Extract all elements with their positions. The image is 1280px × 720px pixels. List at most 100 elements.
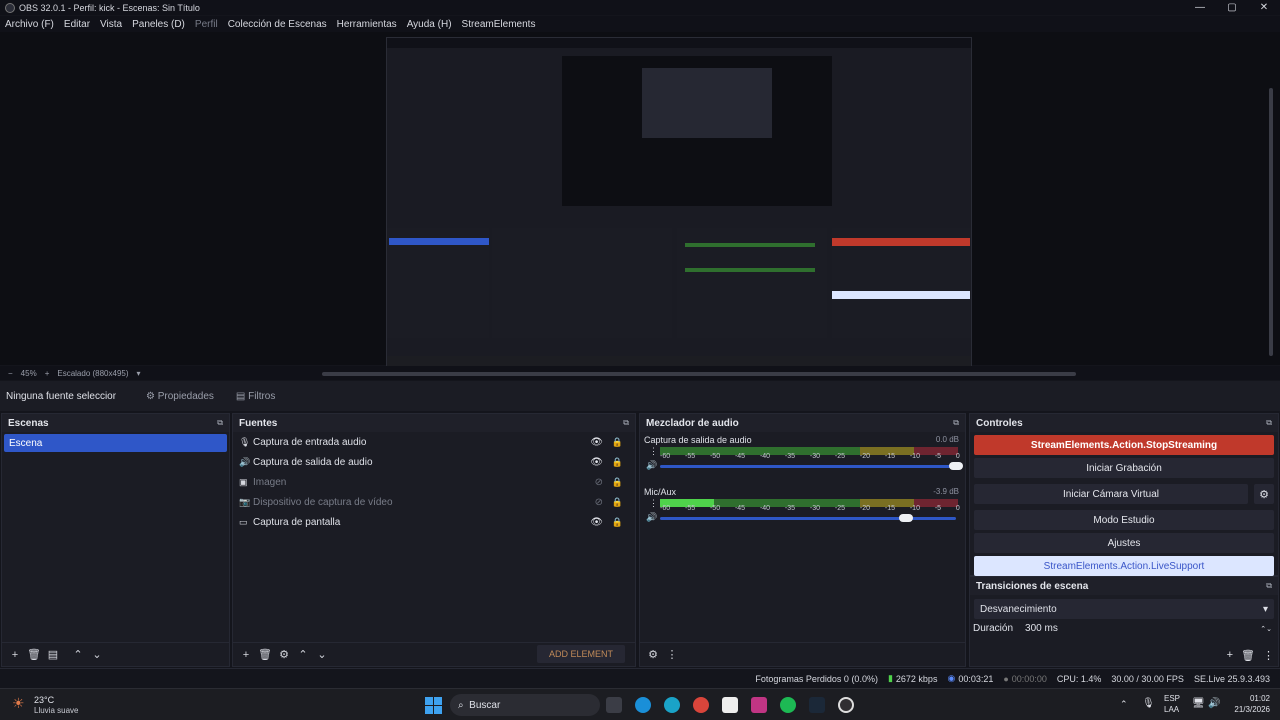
task-view-icon[interactable]	[606, 697, 622, 713]
menu-editar[interactable]: Editar	[64, 19, 90, 30]
remove-transition-button[interactable]: 🗑	[1241, 649, 1255, 662]
minimize-button[interactable]: —	[1184, 0, 1216, 15]
source-row[interactable]: 📷 Dispositivo de captura de vídeo ⊘ 🔒	[233, 492, 635, 512]
controls-dock: Controles ⧉ StreamElements.Action.StopStr…	[969, 413, 1279, 576]
lock-icon[interactable]: 🔒	[612, 457, 623, 468]
menu-herramientas[interactable]: Herramientas	[337, 19, 397, 30]
start-recording-button[interactable]: Iniciar Grabación	[974, 458, 1274, 478]
add-transition-button[interactable]: +	[1227, 649, 1233, 662]
lock-icon[interactable]: 🔒	[612, 437, 623, 448]
lock-icon[interactable]: 🔒	[612, 497, 623, 508]
zoom-out-button[interactable]: −	[8, 369, 13, 378]
duration-stepper-icon[interactable]: ⌃⌄	[1260, 625, 1272, 633]
remove-scene-button[interactable]: 🗑	[25, 646, 43, 664]
preview-canvas[interactable]	[386, 37, 972, 367]
eye-hidden-icon[interactable]: ⊘	[595, 477, 603, 488]
eye-icon[interactable]: 👁	[590, 437, 603, 448]
settings-button[interactable]: Ajustes	[974, 533, 1274, 553]
menu-vista[interactable]: Vista	[100, 19, 122, 30]
undock-icon[interactable]: ⧉	[953, 418, 959, 428]
transition-select[interactable]: Desvanecimiento ▾	[974, 599, 1274, 619]
menu-coleccion[interactable]: Colección de Escenas	[228, 19, 327, 30]
undock-icon[interactable]: ⧉	[1266, 418, 1272, 428]
scale-select[interactable]: Escalado (880x495)	[57, 369, 128, 378]
volume-slider[interactable]	[660, 465, 956, 468]
eye-hidden-icon[interactable]: ⊘	[595, 497, 603, 508]
source-row[interactable]: ▣ Imagen ⊘ 🔒	[233, 472, 635, 492]
filters-button[interactable]: ▤ Filtros	[236, 391, 275, 402]
chrome-icon[interactable]	[693, 697, 709, 713]
meter-tick-label: -35	[784, 453, 796, 460]
channel-menu-icon[interactable]: ⋮	[649, 498, 658, 509]
channel-menu-icon[interactable]: ⋮	[649, 446, 658, 457]
lock-icon[interactable]: 🔒	[612, 517, 623, 528]
studio-mode-button[interactable]: Modo Estudio	[974, 510, 1274, 530]
zoom-in-button[interactable]: +	[45, 369, 50, 378]
remove-source-button[interactable]: 🗑	[256, 646, 274, 664]
volume-slider-handle[interactable]	[949, 462, 963, 470]
undock-icon[interactable]: ⧉	[217, 418, 223, 428]
undock-icon[interactable]: ⧉	[623, 418, 629, 428]
speaker-icon[interactable]: 🔊	[646, 460, 657, 471]
app-icon[interactable]	[722, 697, 738, 713]
virtual-camera-settings-icon[interactable]: ⚙	[1254, 484, 1274, 504]
eye-icon[interactable]: 👁	[590, 517, 603, 528]
language-indicator[interactable]: ESP	[1164, 694, 1180, 703]
network-icon[interactable]: 🖥	[1192, 698, 1205, 709]
close-button[interactable]: ✕	[1248, 0, 1280, 15]
menu-ayuda[interactable]: Ayuda (H)	[407, 19, 452, 30]
microphone-tray-icon[interactable]: 🎙	[1142, 698, 1155, 709]
add-scene-button[interactable]: +	[6, 646, 24, 664]
duration-input[interactable]: 300 ms	[1025, 623, 1260, 634]
volume-slider-handle[interactable]	[898, 514, 913, 522]
keyboard-layout[interactable]: LAA	[1164, 705, 1179, 714]
copilot-icon[interactable]	[635, 697, 651, 713]
preview-vertical-scrollbar[interactable]	[1269, 88, 1273, 356]
obs-taskbar-icon[interactable]	[838, 697, 854, 713]
advanced-audio-button[interactable]: ⚙	[644, 646, 662, 664]
lock-icon[interactable]: 🔒	[612, 477, 623, 488]
menu-paneles[interactable]: Paneles (D)	[132, 19, 185, 30]
move-down-button[interactable]: ⌄	[313, 646, 331, 664]
add-source-button[interactable]: +	[237, 646, 255, 664]
preview-horizontal-scrollbar[interactable]	[322, 372, 1076, 376]
properties-button[interactable]: ⚙ Propiedades	[146, 391, 214, 402]
clock-date[interactable]: 21/3/2026	[1220, 705, 1270, 714]
source-properties-button[interactable]: ⚙	[275, 646, 293, 664]
source-row[interactable]: 🔊 Captura de salida de audio 👁 🔒	[233, 452, 635, 472]
clock-time[interactable]: 01:02	[1220, 694, 1270, 703]
speaker-icon[interactable]: 🔊	[646, 512, 657, 523]
steam-icon[interactable]	[809, 697, 825, 713]
menu-perfil[interactable]: Perfil	[195, 19, 218, 30]
maximize-button[interactable]: ▢	[1216, 0, 1248, 15]
mini-nested-window	[642, 68, 772, 138]
undock-icon[interactable]: ⧉	[1266, 581, 1272, 591]
move-down-button[interactable]: ⌄	[88, 646, 106, 664]
stop-streaming-button[interactable]: StreamElements.Action.StopStreaming	[974, 435, 1274, 455]
search-icon: ⌕	[458, 699, 470, 711]
mixer-menu-button[interactable]: ⋮	[663, 646, 681, 664]
scene-filters-button[interactable]: ▤	[44, 646, 62, 664]
windows-start-icon[interactable]	[425, 697, 442, 714]
add-element-button[interactable]: ADD ELEMENT	[536, 645, 625, 663]
menu-archivo[interactable]: Archivo (F)	[5, 19, 54, 30]
scale-dropdown-icon[interactable]: ▾	[137, 369, 141, 378]
taskbar-search[interactable]: ⌕ Buscar	[450, 694, 600, 716]
virtual-camera-button[interactable]: Iniciar Cámara Virtual	[974, 484, 1248, 504]
instagram-icon[interactable]	[751, 697, 767, 713]
scene-item[interactable]: Escena	[4, 434, 227, 452]
move-up-button[interactable]: ⌃	[69, 646, 87, 664]
volume-icon[interactable]: 🔊	[1208, 698, 1220, 709]
mini-live-button	[832, 291, 970, 299]
tray-chevron-icon[interactable]: ⌃	[1120, 699, 1128, 710]
spotify-icon[interactable]	[780, 697, 796, 713]
source-row[interactable]: ▭ Captura de pantalla 👁 🔒	[233, 512, 635, 532]
live-support-button[interactable]: StreamElements.Action.LiveSupport	[974, 556, 1274, 576]
transition-menu-button[interactable]: ⋮	[1263, 649, 1274, 662]
move-up-button[interactable]: ⌃	[294, 646, 312, 664]
source-row[interactable]: 🎙 Captura de entrada audio 👁 🔒	[233, 432, 635, 452]
filter-icon: ▤	[235, 390, 249, 402]
eye-icon[interactable]: 👁	[590, 457, 603, 468]
edge-icon[interactable]	[664, 697, 680, 713]
menu-streamelements[interactable]: StreamElements	[462, 19, 536, 30]
